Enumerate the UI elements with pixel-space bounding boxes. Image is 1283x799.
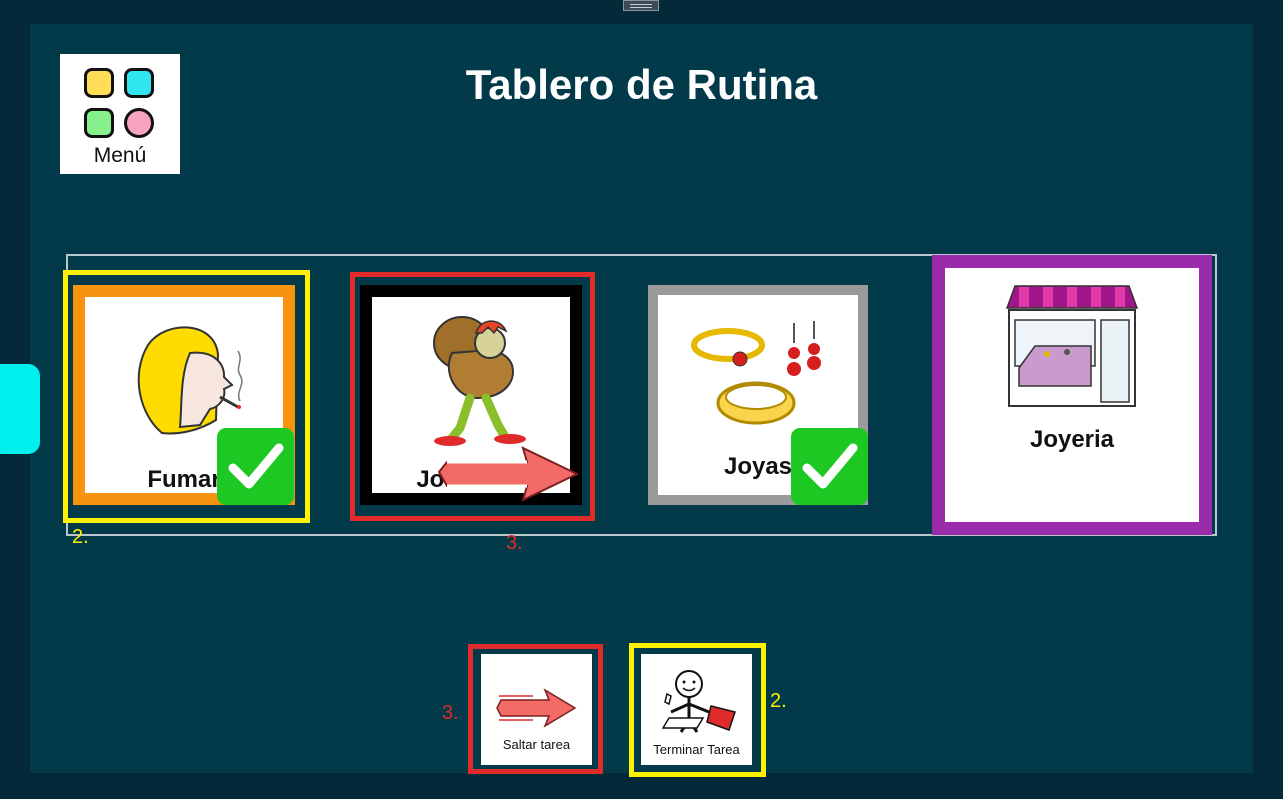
- card-label: Joyeria: [1029, 426, 1115, 453]
- jewelry-icon: [691, 321, 821, 425]
- highlight-frame-step-2: [63, 270, 310, 523]
- window-drag-handle[interactable]: [623, 0, 659, 11]
- step-annotation: 3.: [506, 532, 523, 554]
- highlight-frame-step-2: [629, 643, 766, 777]
- menu-label: Menú: [93, 144, 147, 167]
- highlight-frame-step-3: [468, 644, 603, 774]
- jewelry-store-icon: [1005, 285, 1139, 407]
- step-annotation: 2.: [770, 690, 787, 712]
- step-annotation: 2.: [72, 526, 89, 548]
- highlight-frame-step-3: [350, 272, 595, 521]
- routine-card-joyeria[interactable]: Joyeria: [932, 255, 1212, 535]
- menu-grid-icon: [124, 108, 154, 138]
- checkmark-icon: [791, 428, 868, 505]
- side-panel-tab[interactable]: [0, 364, 40, 454]
- menu-grid-icon: [84, 108, 114, 138]
- page-title: Tablero de Rutina: [465, 61, 818, 108]
- step-annotation: 3.: [442, 702, 459, 724]
